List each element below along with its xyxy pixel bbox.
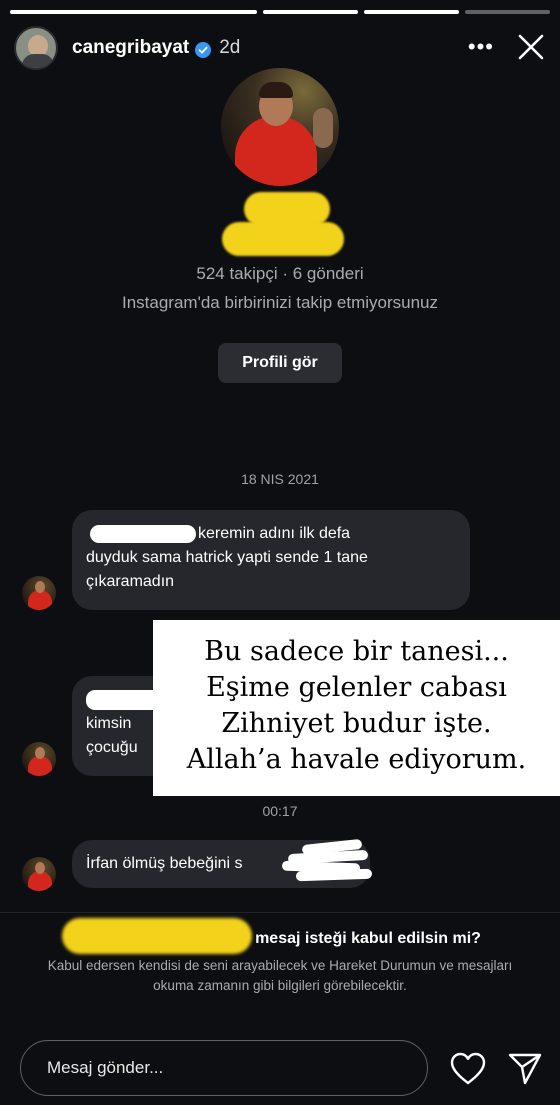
time-separator: 00:17 — [262, 803, 298, 819]
sender-avatar[interactable] — [22, 576, 56, 610]
overlay-line: Eşime gelenler cabası — [206, 672, 507, 703]
message-input[interactable]: Mesaj gönder... — [20, 1040, 428, 1096]
avatar[interactable] — [14, 26, 58, 70]
more-horizontal-icon[interactable]: ••• — [468, 34, 494, 60]
message-line: keremin adını ilk defa — [86, 522, 456, 546]
redaction-mark — [90, 524, 196, 543]
story-text-overlay: Bu sadece bir tanesi... Eşime gelenler c… — [153, 620, 560, 796]
message-text: keremin adını ilk defa — [198, 525, 351, 542]
message-line: çıkaramadın — [86, 573, 175, 590]
message-text: İrfan ölmüş bebeğini s — [86, 855, 243, 872]
progress-fill — [363, 10, 459, 14]
date-separator: 18 NIS 2021 — [241, 471, 319, 487]
request-description: Kabul edersen kendisi de seni arayabilec… — [47, 958, 513, 993]
overlay-line: Zihniyet budur işte. — [221, 708, 492, 739]
story-header: canegribayat 2d ••• — [14, 26, 546, 70]
request-title-text: mesaj isteği kabul edilsin mi? — [255, 930, 481, 947]
send-icon[interactable] — [507, 1050, 543, 1086]
sender-avatar[interactable] — [22, 857, 56, 891]
progress-fill — [10, 10, 257, 14]
story-username[interactable]: canegribayat — [72, 37, 189, 59]
profile-picture[interactable] — [221, 68, 339, 186]
close-icon[interactable] — [516, 32, 546, 62]
sender-avatar[interactable] — [22, 742, 56, 776]
redaction-scribble — [281, 838, 373, 882]
message-bubble[interactable]: keremin adını ilk defa duyduk sama hatri… — [72, 510, 470, 610]
story-progress-segment — [262, 10, 358, 14]
view-profile-button[interactable]: Profili gör — [218, 343, 342, 383]
progress-fill — [262, 10, 358, 14]
redacted-username — [62, 918, 252, 954]
story-progress-segment — [363, 10, 459, 14]
story-progress-segment — [10, 10, 257, 14]
overlay-line: Allah’a havale ediyorum. — [186, 744, 527, 775]
overlay-line: Bu sadece bir tanesi... — [204, 636, 509, 667]
heart-icon[interactable] — [450, 1052, 486, 1086]
story-progress-segment — [464, 10, 550, 14]
verified-badge-icon — [195, 42, 212, 58]
story-time: 2d — [219, 37, 241, 58]
message-line: duyduk sama hatrick yapti sende 1 tane — [86, 549, 368, 566]
message-input-placeholder: Mesaj gönder... — [47, 1058, 164, 1077]
profile-stats: 524 takipçi · 6 gönderi — [196, 264, 364, 283]
follow-status-note: Instagram'da birbirinizi takip etmiyorsu… — [122, 293, 438, 312]
divider — [0, 912, 560, 913]
redacted-name — [218, 192, 348, 260]
story-progress — [10, 10, 550, 14]
